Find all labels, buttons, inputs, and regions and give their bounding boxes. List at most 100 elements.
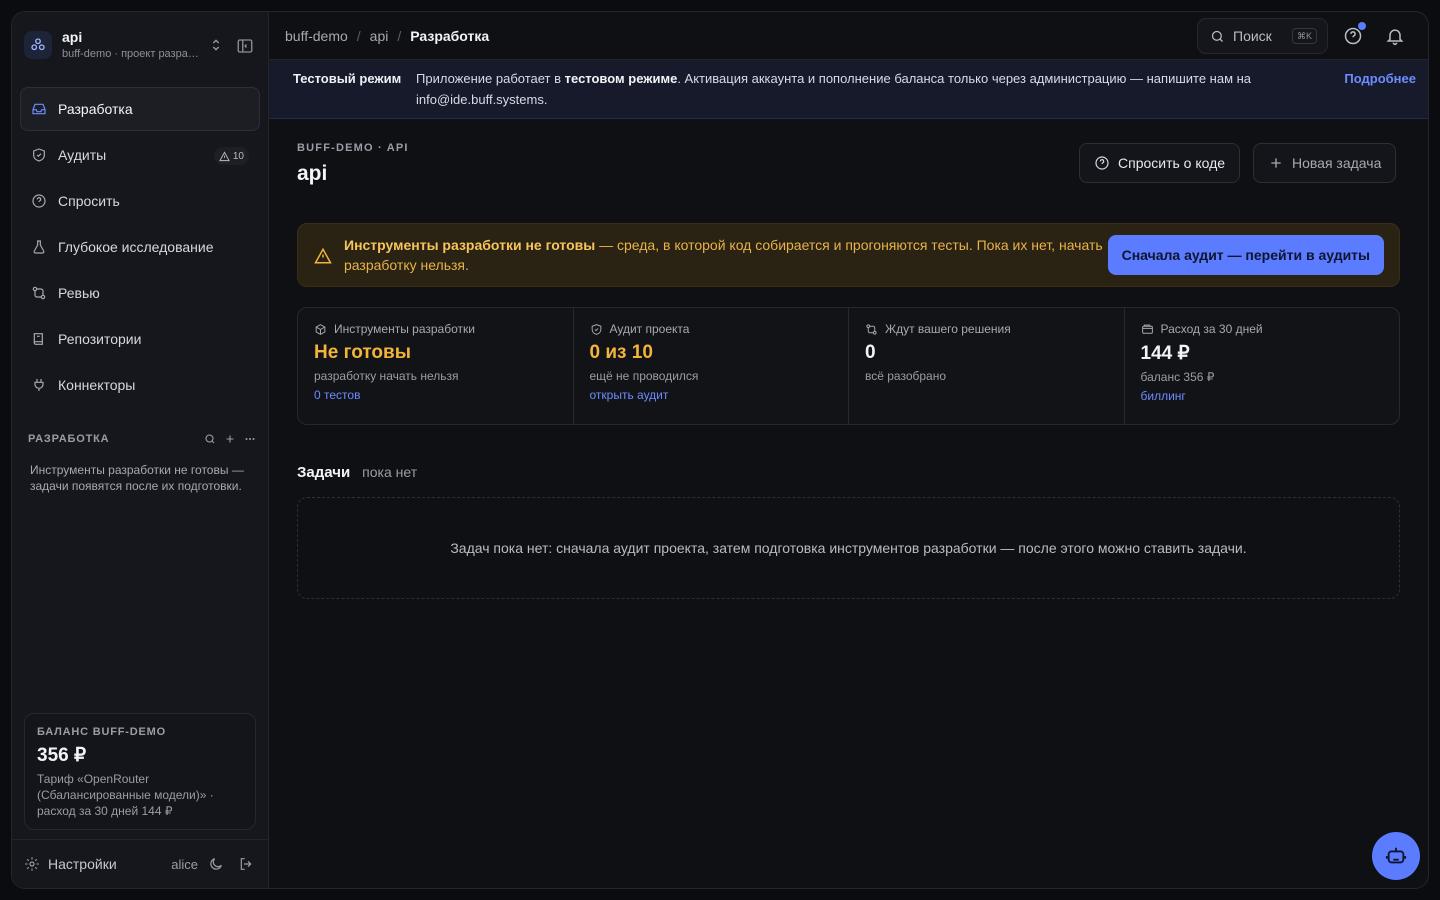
project-name: api: [62, 29, 83, 45]
breadcrumb-separator: /: [356, 27, 361, 44]
sidebar-item-repositories[interactable]: Репозитории: [20, 317, 260, 361]
project-switcher[interactable]: api buff-demo · проект разработки: [24, 26, 256, 64]
stat-dev-tools: Инструменты разработки Не готовы разрабо…: [298, 308, 574, 424]
app-window: api buff-demo · проект разработки Разраб…: [11, 11, 1429, 889]
sidebar-item-deep-research[interactable]: Глубокое исследование: [20, 225, 260, 269]
moon-icon[interactable]: [208, 856, 224, 872]
stat-sub: ещё не проводился: [589, 369, 699, 383]
badge-count: 10: [232, 150, 244, 162]
balance-amount: 356 ₽: [37, 745, 87, 766]
sidebar-item-audits[interactable]: Аудиты 10: [20, 133, 260, 177]
tasks-empty-state: Задач пока нет: сначала аудит проекта, з…: [297, 497, 1400, 599]
bell-icon[interactable]: [1385, 26, 1405, 46]
stat-value: 0 из 10: [589, 342, 653, 363]
breadcrumb-project[interactable]: api: [370, 28, 389, 44]
warning-triangle-icon: [219, 150, 230, 161]
question-circle-icon: [32, 194, 46, 208]
bot-icon: [1385, 847, 1407, 864]
search-button[interactable]: Поиск ⌘K: [1197, 18, 1328, 54]
sidebar-item-review[interactable]: Ревью: [20, 271, 260, 315]
search-shortcut: ⌘K: [1291, 28, 1317, 44]
ask-code-button[interactable]: Спросить о коде: [1079, 143, 1241, 183]
test-mode-banner: Тестовый режим Приложение работает в тес…: [269, 60, 1428, 119]
assistant-button[interactable]: [1372, 832, 1420, 880]
chevron-up-down-icon: [212, 39, 220, 51]
billing-link[interactable]: биллинг: [1141, 389, 1384, 403]
tests-link[interactable]: 0 тестов: [314, 388, 557, 402]
stat-label: Аудит проекта: [609, 322, 690, 336]
alert-bold: Инструменты разработки не готовы: [344, 237, 596, 253]
sidebar-nav: Разработка Аудиты 10 Спросить Глубокое и…: [20, 87, 260, 409]
cube-icon: [315, 323, 326, 335]
git-compare-icon: [866, 323, 877, 335]
main-content: BUFF-DEMO · API api Спросить о коде Нова…: [297, 142, 1400, 599]
open-audit-link[interactable]: открыть аудит: [590, 388, 833, 402]
tasks-count: пока нет: [362, 464, 418, 480]
new-task-label: Новая задача: [1292, 155, 1382, 171]
more-icon[interactable]: [244, 433, 256, 445]
sidebar: api buff-demo · проект разработки Разраб…: [12, 12, 269, 888]
breadcrumb-separator: /: [397, 27, 402, 44]
audits-count-badge: 10: [213, 147, 249, 165]
learn-more-link[interactable]: Подробнее: [1344, 68, 1416, 89]
shield-icon: [33, 148, 45, 162]
sidebar-item-label: Репозитории: [58, 331, 142, 347]
tasks-header: Задачи пока нет: [297, 464, 417, 481]
sidebar-item-label: Разработка: [58, 101, 133, 117]
settings-link[interactable]: Настройки: [48, 856, 171, 872]
plug-icon: [34, 379, 44, 391]
stat-value: Не готовы: [314, 342, 411, 363]
tools-not-ready-alert: Инструменты разработки не готовы — среда…: [297, 223, 1400, 287]
sidebar-item-label: Аудиты: [58, 147, 107, 163]
search-label: Поиск: [1233, 28, 1272, 44]
stat-awaiting-decision: Ждут вашего решения 0 всё разобрано: [849, 308, 1125, 424]
stat-label: Ждут вашего решения: [885, 322, 1011, 336]
top-bar: buff-demo / api / Разработка Поиск ⌘K: [269, 12, 1428, 60]
test-mode-text-part: Приложение работает в: [416, 71, 565, 86]
section-header: РАЗРАБОТКА: [28, 432, 256, 446]
flask-icon: [33, 240, 45, 254]
breadcrumb-current: Разработка: [410, 27, 490, 44]
sidebar-item-ask[interactable]: Спросить: [20, 179, 260, 223]
stat-sub: всё разобрано: [865, 369, 947, 383]
ask-code-label: Спросить о коде: [1118, 155, 1226, 171]
go-to-audits-button[interactable]: Сначала аудит — перейти в аудиты: [1107, 235, 1384, 275]
gear-icon[interactable]: [24, 856, 40, 872]
stat-sub: разработку начать нельзя: [314, 369, 459, 383]
stat-label: Инструменты разработки: [334, 322, 475, 336]
stats-panel: Инструменты разработки Не готовы разрабо…: [297, 307, 1400, 425]
plus-icon[interactable]: [224, 433, 236, 445]
user-name: alice: [171, 856, 198, 872]
stat-spend: Расход за 30 дней 144 ₽ баланс 356 ₽ бил…: [1125, 308, 1400, 424]
test-mode-text: Приложение работает в тестовом режиме. А…: [416, 68, 1296, 110]
sidebar-item-label: Ревью: [58, 285, 100, 301]
stat-label: Расход за 30 дней: [1160, 322, 1263, 336]
stat-value: 0: [865, 342, 876, 363]
tasks-title: Задачи: [297, 464, 351, 481]
balance-note: Тариф «OpenRouter (Сбалансированные моде…: [37, 772, 214, 818]
collapse-sidebar-icon[interactable]: [236, 37, 254, 55]
project-subtitle: buff-demo · проект разработки: [62, 48, 202, 60]
project-logo-icon: [24, 31, 52, 59]
inbox-icon: [32, 103, 46, 115]
wallet-icon: [1141, 324, 1153, 334]
sidebar-item-connectors[interactable]: Коннекторы: [20, 363, 260, 407]
section-note: Инструменты разработки не готовы — задач…: [30, 463, 244, 493]
search-icon[interactable]: [204, 433, 216, 445]
test-mode-label: Тестовый режим: [293, 71, 402, 86]
repo-icon: [33, 333, 43, 345]
new-task-button[interactable]: Новая задача: [1253, 143, 1397, 183]
balance-title: БАЛАНС BUFF-DEMO: [37, 726, 166, 738]
search-icon: [1211, 30, 1223, 42]
sidebar-item-development[interactable]: Разработка: [20, 87, 260, 131]
balance-card: БАЛАНС BUFF-DEMO 356 ₽ Тариф «OpenRouter…: [24, 713, 256, 830]
sidebar-item-label: Спросить: [58, 193, 120, 209]
breadcrumb-org[interactable]: buff-demo: [285, 28, 348, 44]
stat-value: 144 ₽: [1140, 343, 1190, 364]
shield-check-icon: [591, 323, 601, 335]
question-circle-icon: [1095, 156, 1109, 170]
logout-icon[interactable]: [238, 856, 254, 872]
warning-triangle-icon: [314, 247, 332, 264]
notification-dot: [1358, 22, 1366, 30]
stat-sub: баланс 356 ₽: [1140, 370, 1215, 384]
